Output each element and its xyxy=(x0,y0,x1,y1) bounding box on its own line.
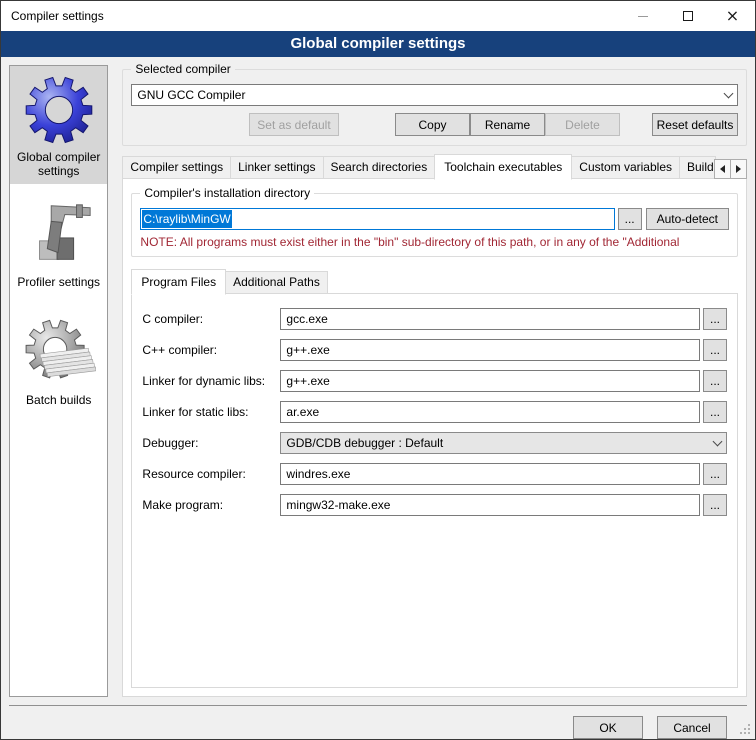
delete-button[interactable]: Delete xyxy=(545,113,620,136)
field-row-static-linker: Linker for static libs: ... xyxy=(142,401,727,423)
resource-compiler-input[interactable] xyxy=(280,463,700,485)
browse-make-program-button[interactable]: ... xyxy=(703,494,727,516)
debugger-select-value: GDB/CDB debugger : Default xyxy=(286,436,714,450)
tab-search-directories[interactable]: Search directories xyxy=(323,156,436,179)
field-row-debugger: Debugger: GDB/CDB debugger : Default xyxy=(142,432,727,454)
caliper-icon xyxy=(22,198,96,272)
field-row-dynamic-linker: Linker for dynamic libs: ... xyxy=(142,370,727,392)
installation-directory-row: C:\raylib\MinGW ... Auto-detect xyxy=(140,208,729,230)
tab-scroll-left-button[interactable] xyxy=(714,159,731,179)
browse-dynamic-linker-button[interactable]: ... xyxy=(703,370,727,392)
auto-detect-button[interactable]: Auto-detect xyxy=(646,208,729,230)
set-as-default-button[interactable]: Set as default xyxy=(249,113,339,136)
cpp-compiler-input[interactable] xyxy=(280,339,700,361)
field-label: Linker for static libs: xyxy=(142,405,280,419)
maximize-button[interactable] xyxy=(665,1,710,31)
sidebar-item-batch-builds[interactable]: Batch builds xyxy=(10,302,107,420)
group-label: Selected compiler xyxy=(131,62,234,76)
sidebar-item-label: Profiler settings xyxy=(17,275,100,289)
window-title: Compiler settings xyxy=(1,9,620,23)
tab-linker-settings[interactable]: Linker settings xyxy=(230,156,323,179)
installation-directory-input[interactable]: C:\raylib\MinGW xyxy=(140,208,614,230)
browse-directory-button[interactable]: ... xyxy=(618,208,642,230)
selected-compiler-group: Selected compiler GNU GCC Compiler Set a… xyxy=(122,69,747,146)
c-compiler-input[interactable] xyxy=(280,308,700,330)
settings-tabbar: Compiler settings Linker settings Search… xyxy=(122,154,747,179)
sidebar-item-label: Global compiler settings xyxy=(12,150,105,178)
tab-toolchain-executables[interactable]: Toolchain executables xyxy=(434,154,572,180)
tab-custom-variables[interactable]: Custom variables xyxy=(571,156,680,179)
field-row-resource-compiler: Resource compiler: ... xyxy=(142,463,727,485)
debugger-select[interactable]: GDB/CDB debugger : Default xyxy=(280,432,727,454)
ok-button[interactable]: OK xyxy=(573,716,643,739)
tab-additional-paths[interactable]: Additional Paths xyxy=(225,271,328,294)
cancel-button[interactable]: Cancel xyxy=(657,716,727,739)
browse-c-compiler-button[interactable]: ... xyxy=(703,308,727,330)
dialog-body: Global compiler settings Profiler settin… xyxy=(1,57,755,697)
field-row-c-compiler: C compiler: ... xyxy=(142,308,727,330)
compiler-settings-dialog: Compiler settings × Global compiler sett… xyxy=(0,0,756,740)
title-bar: Compiler settings × xyxy=(1,1,755,31)
rename-button[interactable]: Rename xyxy=(470,113,545,136)
tab-build-options[interactable]: Build options xyxy=(679,156,716,179)
arrow-right-icon xyxy=(736,165,741,173)
field-label: C compiler: xyxy=(142,312,280,326)
main-panel: Selected compiler GNU GCC Compiler Set a… xyxy=(122,65,747,697)
dynamic-linker-input[interactable] xyxy=(280,370,700,392)
sidebar-item-profiler-settings[interactable]: Profiler settings xyxy=(10,184,107,302)
program-files-page: C compiler: ... C++ compiler: ... xyxy=(131,293,738,688)
tab-compiler-settings[interactable]: Compiler settings xyxy=(122,156,231,179)
field-label: Linker for dynamic libs: xyxy=(142,374,280,388)
copy-button[interactable]: Copy xyxy=(395,113,470,136)
tab-scroll-arrows xyxy=(715,159,747,179)
footer-buttons: OK Cancel xyxy=(1,706,755,739)
installation-directory-group: Compiler's installation directory C:\ray… xyxy=(131,193,738,257)
field-label: Debugger: xyxy=(142,436,280,450)
settings-category-list: Global compiler settings Profiler settin… xyxy=(9,65,108,697)
maximize-icon xyxy=(683,11,693,21)
browse-static-linker-button[interactable]: ... xyxy=(703,401,727,423)
note-text: NOTE: All programs must exist either in … xyxy=(140,235,729,249)
close-icon: × xyxy=(726,11,739,21)
group-label: Compiler's installation directory xyxy=(140,186,314,200)
sidebar-item-label: Batch builds xyxy=(26,393,91,407)
gear-blue-icon xyxy=(22,73,96,147)
reset-defaults-button[interactable]: Reset defaults xyxy=(652,113,738,136)
browse-cpp-compiler-button[interactable]: ... xyxy=(703,339,727,361)
dialog-footer: OK Cancel xyxy=(1,697,755,739)
static-linker-input[interactable] xyxy=(280,401,700,423)
field-label: C++ compiler: xyxy=(142,343,280,357)
make-program-input[interactable] xyxy=(280,494,700,516)
toolchain-executables-page: Compiler's installation directory C:\ray… xyxy=(122,178,747,697)
resize-grip[interactable] xyxy=(748,732,750,734)
gear-stack-icon xyxy=(22,316,96,390)
field-label: Make program: xyxy=(142,498,280,512)
page-title: Global compiler settings xyxy=(1,31,755,57)
minimize-button[interactable] xyxy=(620,1,665,31)
chevron-down-icon xyxy=(713,436,723,446)
arrow-left-icon xyxy=(720,165,725,173)
program-files-tabbar: Program Files Additional Paths xyxy=(131,269,738,294)
compiler-buttons-row: Set as default Copy Rename Delete Reset … xyxy=(131,113,738,136)
tab-scroll-right-button[interactable] xyxy=(730,159,747,179)
compiler-select-value: GNU GCC Compiler xyxy=(137,88,725,102)
browse-resource-compiler-button[interactable]: ... xyxy=(703,463,727,485)
field-row-cpp-compiler: C++ compiler: ... xyxy=(142,339,727,361)
chevron-down-icon xyxy=(724,88,734,98)
compiler-select[interactable]: GNU GCC Compiler xyxy=(131,84,738,106)
tab-program-files[interactable]: Program Files xyxy=(131,269,226,295)
field-row-make-program: Make program: ... xyxy=(142,494,727,516)
minimize-icon xyxy=(638,16,648,17)
field-label: Resource compiler: xyxy=(142,467,280,481)
installation-directory-value: C:\raylib\MinGW xyxy=(142,210,231,228)
close-button[interactable]: × xyxy=(710,1,755,31)
sidebar-item-global-compiler-settings[interactable]: Global compiler settings xyxy=(10,66,107,184)
